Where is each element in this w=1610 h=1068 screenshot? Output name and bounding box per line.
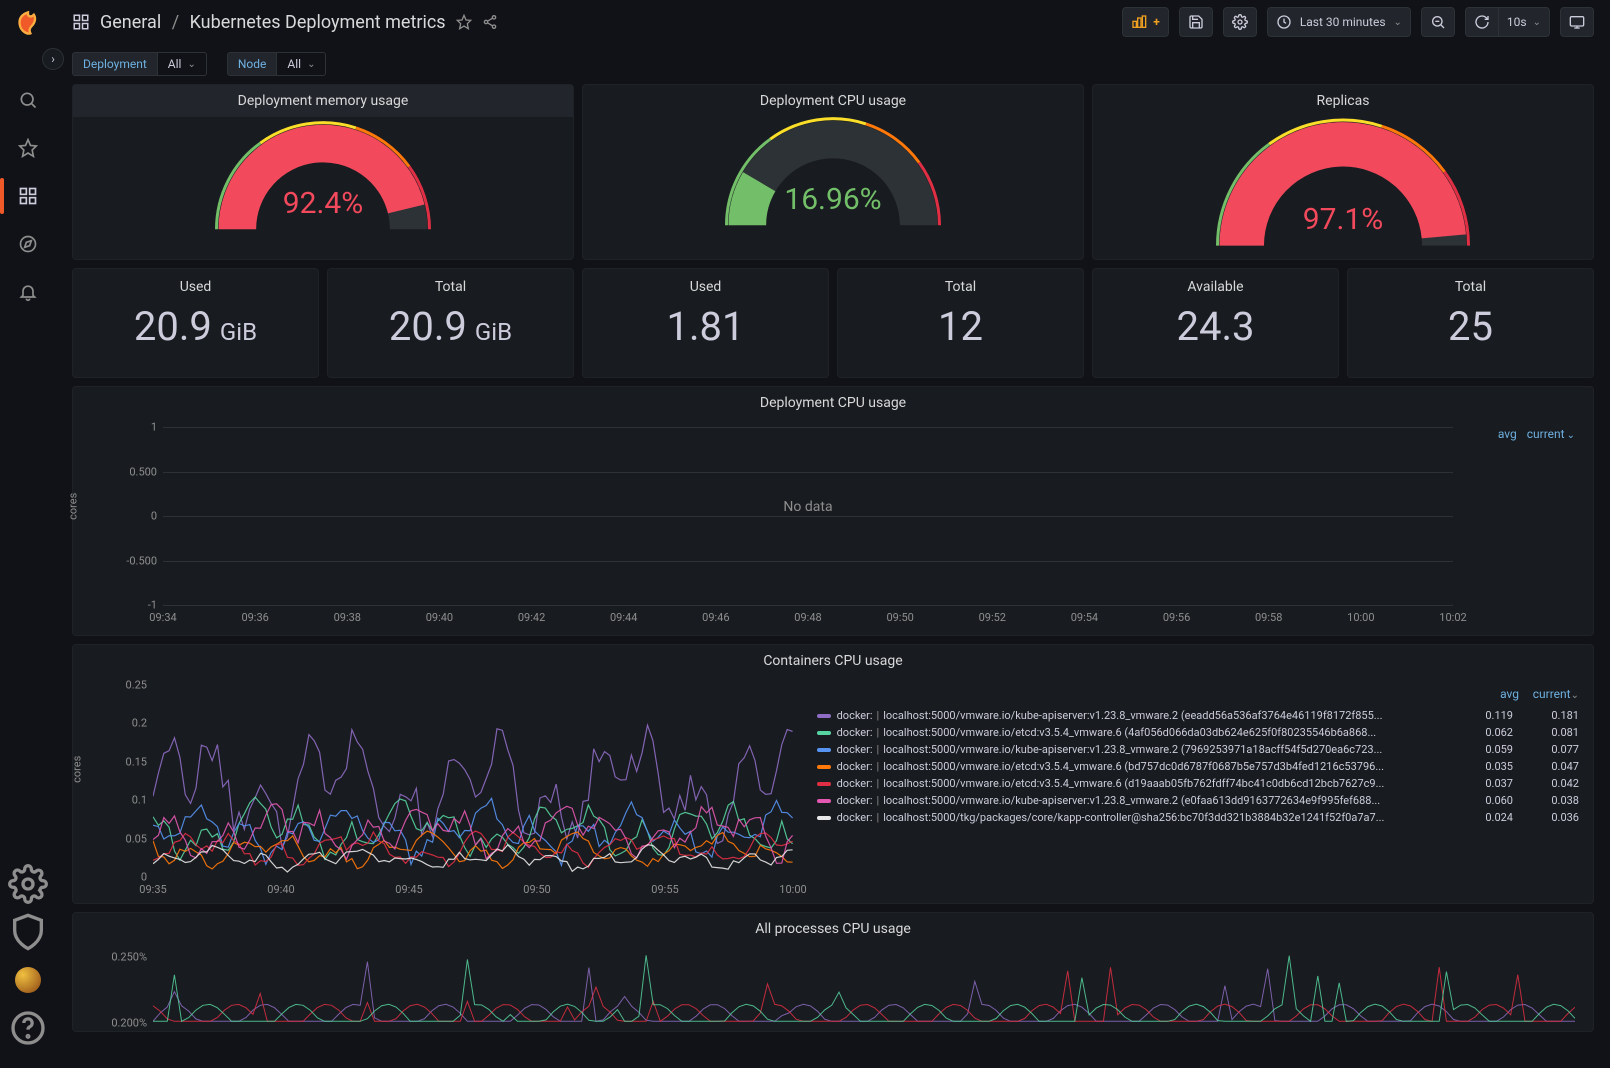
time-range-picker[interactable]: Last 30 minutes ⌄ — [1267, 7, 1411, 37]
panel-stat-rep-avail[interactable]: Available24.3 — [1092, 268, 1339, 378]
var-value-deployment[interactable]: All⌄ — [157, 52, 207, 76]
gauge-memory: 92.4% — [213, 117, 433, 227]
legend-row[interactable]: docker:|localhost:5000/vmware.io/etcd:v3… — [817, 724, 1579, 741]
panel-cpu-gauge[interactable]: Deployment CPU usage 16.96% — [582, 84, 1084, 260]
panel-replicas-gauge[interactable]: Replicas 97.1% — [1092, 84, 1594, 260]
cpu-legend-header[interactable]: avg current⌄ — [1498, 427, 1575, 441]
sidebar-expand-toggle[interactable]: › — [42, 48, 64, 70]
gauge-replicas: 97.1% — [1213, 113, 1473, 243]
star-icon[interactable] — [8, 128, 48, 168]
add-panel-button[interactable]: + — [1122, 7, 1169, 37]
refresh-button[interactable] — [1465, 7, 1498, 37]
panel-stat-cpu-total[interactable]: Total12 — [837, 268, 1084, 378]
panel-memory-gauge[interactable]: Deployment memory usage 92.4% — [72, 84, 574, 260]
panel-stat-cpu-used[interactable]: Used1.81 — [582, 268, 829, 378]
star-outline-icon[interactable] — [456, 14, 472, 30]
user-avatar[interactable] — [8, 960, 48, 1000]
alerting-icon[interactable] — [8, 272, 48, 312]
topbar: General / Kubernetes Deployment metrics … — [56, 0, 1610, 44]
refresh-interval-picker[interactable]: 10s⌄ — [1498, 7, 1550, 37]
legend-row[interactable]: docker:|localhost:5000/vmware.io/kube-ap… — [817, 741, 1579, 758]
panel-all-processes-cpu[interactable]: All processes CPU usage 0.200%0.250% — [72, 912, 1594, 1032]
legend-row[interactable]: docker:|localhost:5000/vmware.io/kube-ap… — [817, 792, 1579, 809]
settings-button[interactable] — [1223, 7, 1257, 37]
main: General / Kubernetes Deployment metrics … — [56, 0, 1610, 1068]
save-button[interactable] — [1179, 7, 1213, 37]
breadcrumb[interactable]: General / Kubernetes Deployment metrics — [100, 12, 446, 33]
shield-icon[interactable] — [8, 912, 48, 952]
panel-stat-rep-total[interactable]: Total25 — [1347, 268, 1594, 378]
chevron-down-icon: ⌄ — [1394, 17, 1402, 28]
kiosk-button[interactable] — [1560, 7, 1594, 37]
help-icon[interactable] — [8, 1008, 48, 1048]
legend-row[interactable]: docker:|localhost:5000/vmware.io/kube-ap… — [817, 707, 1579, 724]
grafana-logo[interactable] — [12, 8, 44, 40]
zoom-out-button[interactable] — [1421, 7, 1455, 37]
panel-stat-mem-used[interactable]: Used20.9GiB — [72, 268, 319, 378]
breadcrumb-folder[interactable]: General — [100, 12, 161, 33]
var-value-node[interactable]: All⌄ — [276, 52, 326, 76]
page-title[interactable]: Kubernetes Deployment metrics — [190, 12, 446, 33]
panel-stat-mem-total[interactable]: Total20.9GiB — [327, 268, 574, 378]
variable-row: Deployment All⌄ Node All⌄ — [56, 44, 1610, 84]
containers-plot-area: 00.050.10.150.20.2509:3509:4009:4509:500… — [153, 685, 793, 877]
proc-plot-area: 0.200%0.250% — [153, 953, 1575, 1027]
sidebar: › — [0, 0, 56, 1068]
legend-row[interactable]: docker:|localhost:5000/tkg/packages/core… — [817, 809, 1579, 826]
share-icon[interactable] — [482, 14, 498, 30]
search-icon[interactable] — [8, 80, 48, 120]
gauge-cpu: 16.96% — [723, 113, 943, 223]
panel-deployment-cpu-chart[interactable]: Deployment CPU usage cores No data -1-0.… — [72, 386, 1594, 636]
var-label-node: Node — [227, 52, 277, 76]
var-label-deployment: Deployment — [72, 52, 157, 76]
legend-row[interactable]: docker:|localhost:5000/vmware.io/etcd:v3… — [817, 775, 1579, 792]
cpu-plot-area: No data -1-0.50000.500109:3409:3609:3809… — [163, 427, 1453, 605]
legend-row[interactable]: docker:|localhost:5000/vmware.io/etcd:v3… — [817, 758, 1579, 775]
explore-icon[interactable] — [8, 224, 48, 264]
containers-legend: avg current⌄ docker:|localhost:5000/vmwa… — [803, 677, 1593, 903]
apps-icon[interactable] — [72, 13, 90, 31]
dashboards-icon[interactable] — [8, 176, 48, 216]
time-range-label: Last 30 minutes — [1300, 15, 1386, 29]
configuration-icon[interactable] — [8, 864, 48, 904]
panel-containers-cpu[interactable]: Containers CPU usage cores 00.050.10.150… — [72, 644, 1594, 904]
